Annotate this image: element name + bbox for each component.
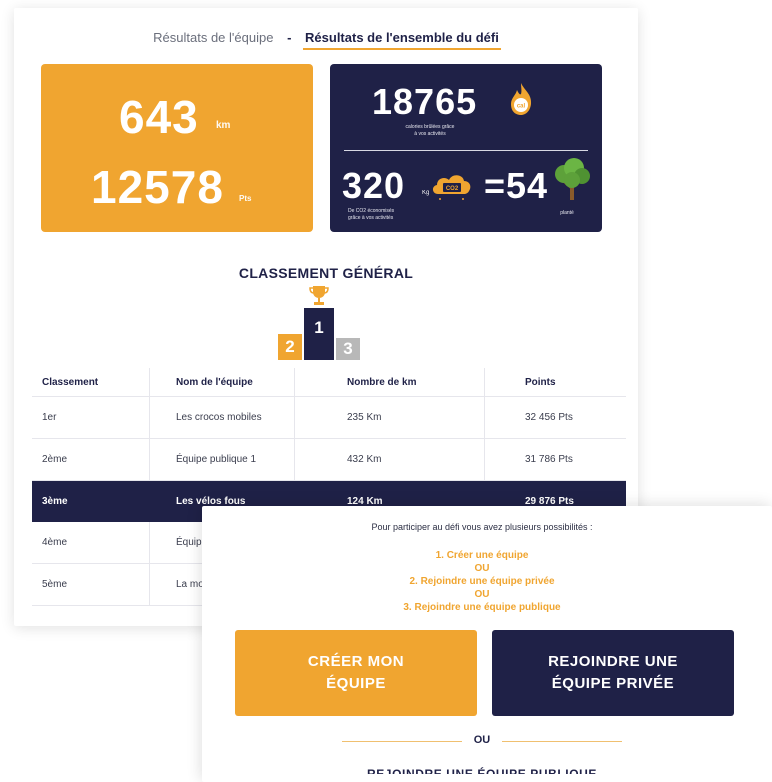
podium-graphic: 2 1 3	[274, 284, 384, 360]
or-divider-line-left	[342, 741, 462, 742]
results-tabs: Résultats de l'équipe - Résultats de l'e…	[14, 30, 638, 50]
impact-panel: 18765 cal calories brûlées grâce à vos a…	[330, 64, 602, 232]
row-rank: 3ème	[42, 496, 68, 507]
podium-third: 3	[336, 338, 360, 360]
row-rank: 2ème	[42, 454, 68, 465]
co2-value: 320	[342, 165, 406, 206]
points-unit: Pts	[239, 194, 252, 203]
trees-caption: planté	[560, 210, 574, 216]
tab-separator: -	[287, 30, 292, 45]
row-points: 32 456 Pts	[484, 397, 626, 438]
create-team-label-1: CRÉER MON	[307, 653, 405, 670]
row-rank: 1er	[42, 412, 57, 423]
tree-icon	[552, 158, 592, 202]
option-join-public: 3. Rejoindre une équipe publique	[403, 602, 561, 613]
trophy-icon	[308, 284, 330, 306]
co2-badge-text: CO2	[446, 186, 459, 192]
screenshot-stage: Résultats de l'équipe - Résultats de l'e…	[0, 0, 772, 782]
header-team: Nom de l'équipe	[149, 368, 294, 396]
row-km: 432 Km	[294, 439, 484, 480]
row-points: 31 786 Pts	[484, 439, 626, 480]
header-rank: Classement	[42, 376, 99, 388]
calories-caption-2: à vos activités	[414, 131, 446, 137]
calories-flame-icon: cal	[508, 82, 534, 116]
row-rank: 4ème	[42, 537, 68, 548]
join-private-label-1: REJOINDRE UNE	[548, 653, 678, 670]
row-team: Équipe publique 1	[149, 439, 294, 480]
header-km: Nombre de km	[294, 368, 484, 396]
create-team-label-2: ÉQUIPE	[326, 675, 386, 692]
podium-second: 2	[278, 334, 302, 360]
calories-value: 18765	[372, 81, 478, 122]
ranking-title: CLASSEMENT GÉNÉRAL	[238, 265, 414, 281]
join-intro-text: Pour participer au défi vous avez plusie…	[371, 522, 593, 532]
impact-divider	[344, 150, 588, 151]
or-divider: OU	[202, 734, 762, 750]
distance-points-panel: 643 km 12578 Pts	[41, 64, 313, 232]
co2-caption-1: De CO2 économisés	[348, 208, 395, 214]
option-join-private: 2. Rejoindre une équipe privée	[409, 576, 555, 587]
row-km: 235 Km	[294, 397, 484, 438]
trees-value: =54	[484, 165, 549, 206]
header-points: Points	[484, 368, 626, 396]
or-divider-line-right	[502, 741, 622, 742]
option-or-1: OU	[474, 563, 490, 574]
join-options-list: 1. Créer une équipe OU 2. Rejoindre une …	[202, 549, 762, 614]
join-private-team-button[interactable]: REJOINDRE UNE ÉQUIPE PRIVÉE	[492, 630, 734, 716]
calories-badge-text: cal	[517, 104, 526, 110]
distance-value: 643	[119, 91, 199, 143]
distance-unit: km	[216, 120, 231, 131]
join-private-label-2: ÉQUIPE PRIVÉE	[551, 675, 675, 692]
points-value: 12578	[91, 161, 224, 213]
or-divider-text: OU	[473, 734, 491, 746]
calories-caption-1: calories brûlées grâce	[405, 124, 455, 130]
co2-caption-2: grâce à vos activités	[348, 215, 394, 221]
tab-overall-results[interactable]: Résultats de l'ensemble du défi	[303, 30, 501, 50]
join-public-team-button-label[interactable]: REJOINDRE UNE ÉQUIPE PUBLIQUE	[202, 764, 762, 774]
co2-unit: Kg	[422, 190, 430, 196]
option-create-team: 1. Créer une équipe	[435, 550, 529, 561]
row-rank: 5ème	[42, 579, 68, 590]
option-or-2: OU	[474, 589, 490, 600]
table-header-row: Classement Nom de l'équipe Nombre de km …	[32, 368, 626, 397]
table-row: 2ème Équipe publique 1 432 Km 31 786 Pts	[32, 439, 626, 481]
create-team-button[interactable]: CRÉER MON ÉQUIPE	[235, 630, 477, 716]
tab-team-results[interactable]: Résultats de l'équipe	[151, 30, 275, 48]
row-team: Les crocos mobiles	[149, 397, 294, 438]
join-challenge-card: Pour participer au défi vous avez plusie…	[202, 506, 772, 782]
co2-cloud-icon: CO2	[430, 168, 474, 202]
table-row: 1er Les crocos mobiles 235 Km 32 456 Pts	[32, 397, 626, 439]
podium-first: 1	[304, 308, 334, 360]
